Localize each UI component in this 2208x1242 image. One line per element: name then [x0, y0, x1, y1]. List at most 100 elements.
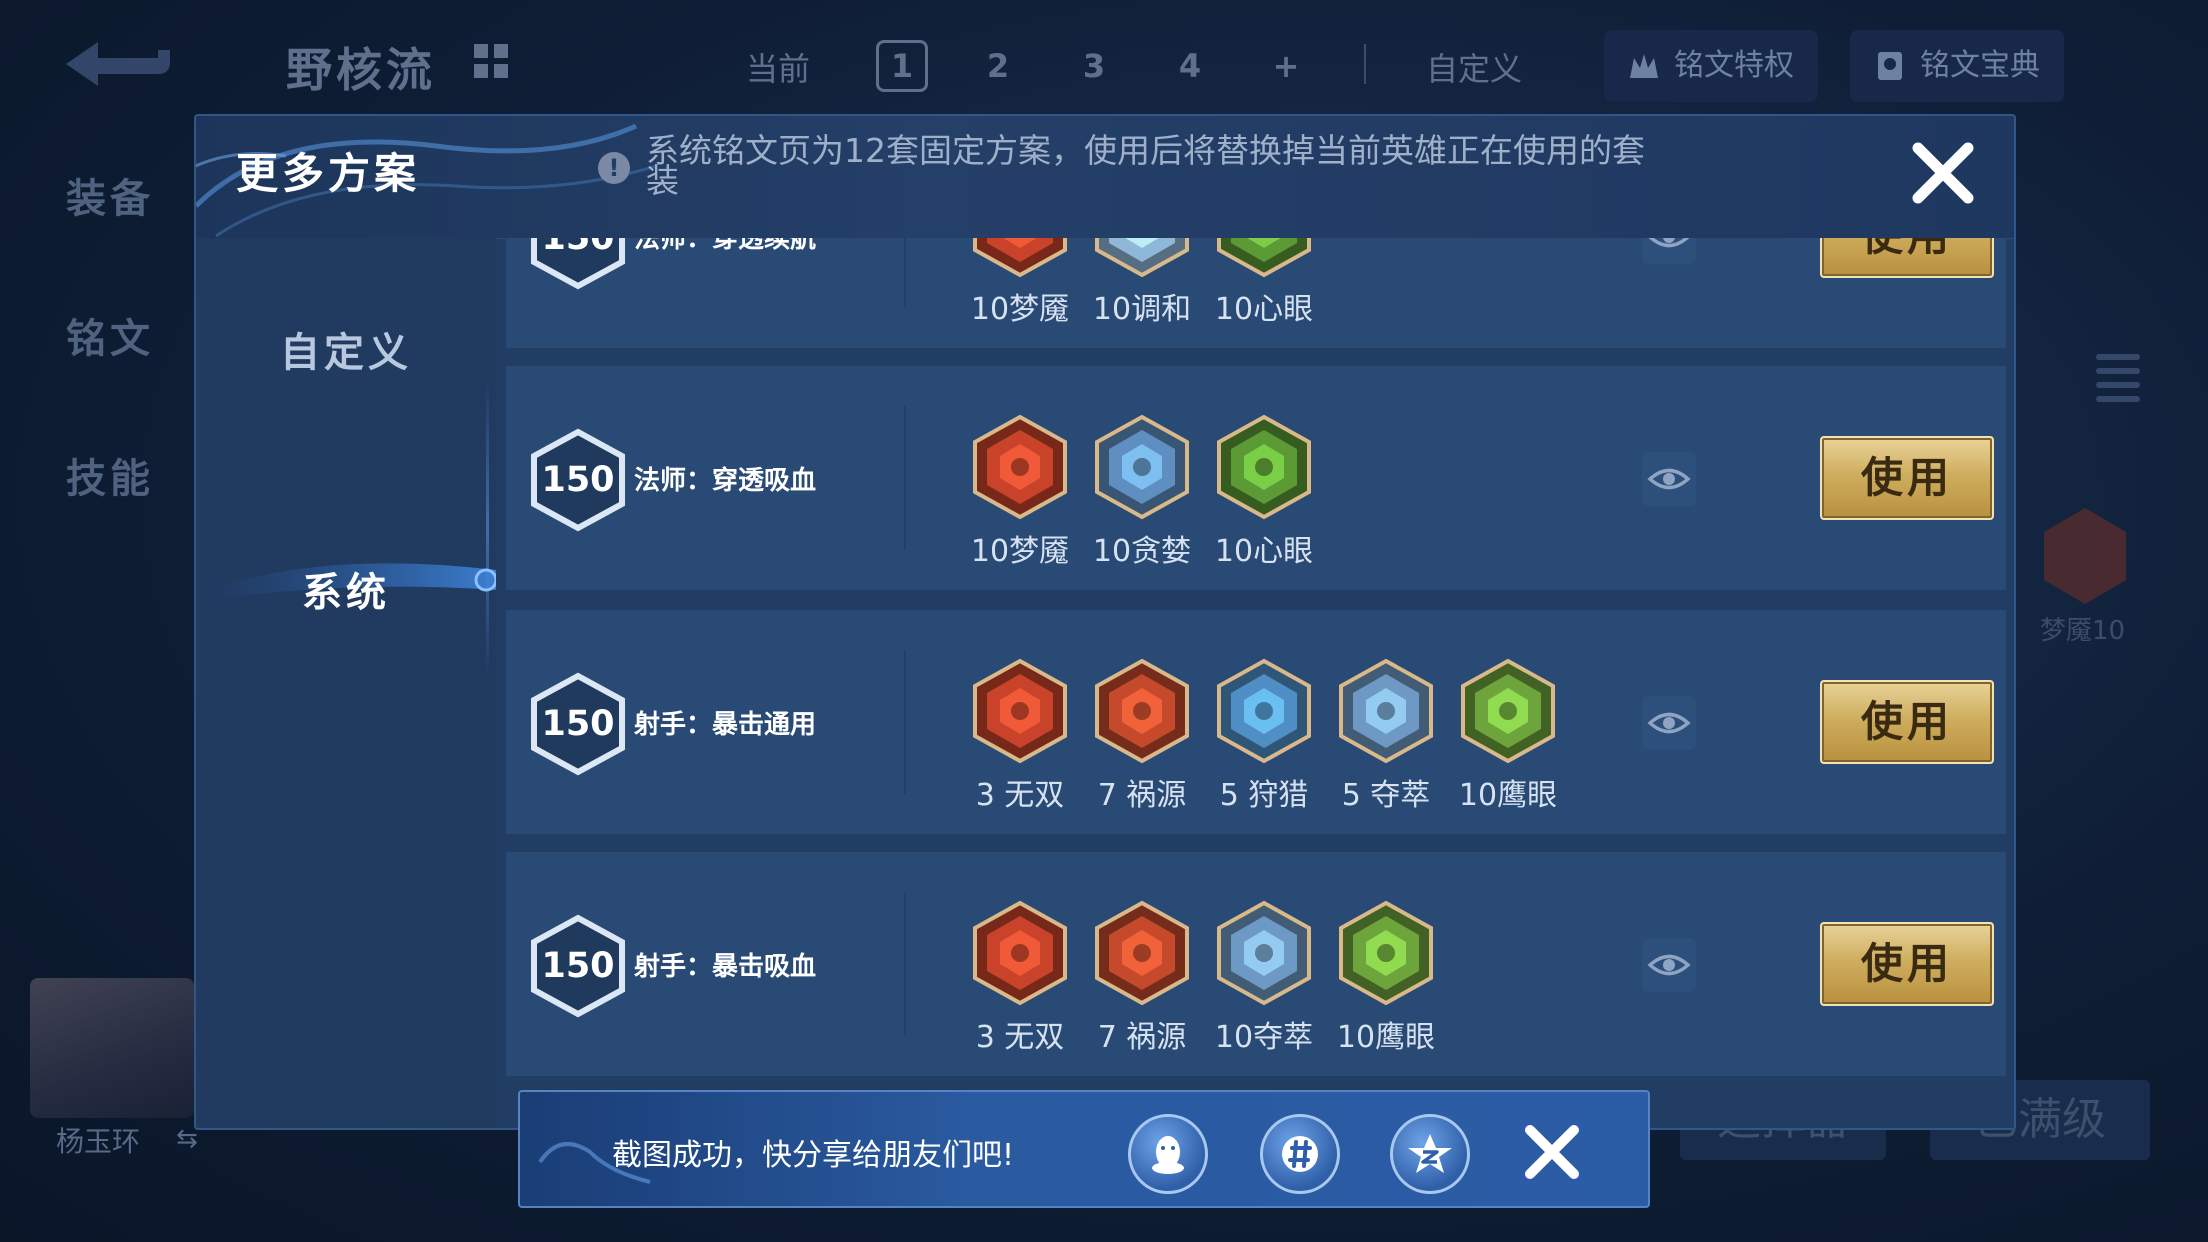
preview-button[interactable]: [1642, 238, 1696, 264]
plan-name: 法师：穿透吸血: [634, 466, 817, 496]
rune-label: 3 无双: [975, 778, 1065, 813]
qzone-share-button[interactable]: [1390, 1114, 1470, 1194]
rune-item: 5 夺萃: [1326, 658, 1446, 814]
divider: [904, 238, 906, 308]
rune-label: 10梦魇: [970, 534, 1070, 569]
plan-name: 射手：暴击吸血: [634, 952, 817, 982]
page-tab-2[interactable]: 2: [972, 40, 1024, 92]
plan-list: 150 法师：穿透续航 10梦魇 10调和 10心眼 150 法师：穿透吸血 1…: [506, 238, 2006, 1128]
eye-icon: [1647, 468, 1691, 490]
sidebar-item-system[interactable]: 系统: [196, 560, 496, 618]
rune-item: 5 狩猎: [1204, 658, 1324, 814]
eye-icon: [1647, 712, 1691, 734]
dream-rune-icon: [973, 414, 1067, 520]
add-page-button[interactable]: +: [1260, 40, 1312, 92]
plunder-rune-icon: [1217, 900, 1311, 1006]
rune-item: 10心眼: [1204, 414, 1324, 570]
close-icon[interactable]: [1906, 136, 1980, 210]
custom-button[interactable]: 自定义: [1426, 44, 1522, 90]
eye-icon: [1647, 954, 1691, 976]
rune-item: 10心眼: [1204, 238, 1324, 328]
rune-item: 7 祸源: [1082, 900, 1202, 1056]
preview-button[interactable]: [1642, 696, 1696, 750]
plan-card: 150 法师：穿透续航 10梦魇 10调和 10心眼: [506, 238, 2006, 348]
wechat-moments-share-button[interactable]: [1260, 1114, 1340, 1194]
side-tab-skills[interactable]: 技能: [66, 446, 154, 504]
side-rune-label: 梦魇10: [2040, 616, 2126, 646]
rune-item: 10贪婪: [1082, 414, 1202, 570]
divider: [904, 406, 906, 550]
dialog-header: 更多方案 ! 系统铭文页为12套固定方案，使用后将替换掉当前英雄正在使用的套装: [196, 116, 2014, 239]
grid-icon[interactable]: [474, 44, 510, 80]
rune-label: 10贪婪: [1092, 534, 1192, 569]
matchless-rune-icon: [973, 658, 1067, 764]
divider: [1364, 44, 1366, 84]
use-button[interactable]: 使用: [1820, 238, 1994, 278]
plan-name: 射手：暴击通用: [634, 710, 817, 740]
rune-label: 10心眼: [1214, 292, 1314, 327]
greed-rune-icon: [1095, 414, 1189, 520]
use-button[interactable]: 使用: [1820, 436, 1994, 520]
rune-label: 7 祸源: [1097, 1020, 1187, 1055]
page-tab-1[interactable]: 1: [876, 40, 928, 92]
preview-button[interactable]: [1642, 938, 1696, 992]
plan-name: 法师：穿透续航: [634, 238, 817, 254]
back-arrow-icon[interactable]: [58, 34, 178, 96]
hawkeye-rune-icon: [1339, 900, 1433, 1006]
dream-rune-icon: [2044, 508, 2126, 604]
top-bar: 野核流 当前 1 2 3 4 + 自定义 铭文特权 铭文宝典: [0, 0, 2208, 130]
rune-item: 10梦魇: [960, 238, 1080, 328]
rune-privilege-button[interactable]: 铭文特权: [1604, 30, 1818, 102]
rune-label: 10鹰眼: [1458, 778, 1558, 813]
book-icon: [1878, 52, 1902, 80]
close-icon[interactable]: [1520, 1120, 1584, 1184]
rune-codex-button[interactable]: 铭文宝典: [1850, 30, 2064, 102]
rune-item: 3 无双: [960, 900, 1080, 1056]
level-value: 150: [541, 460, 615, 500]
insight-rune-icon: [1217, 238, 1311, 278]
preview-button[interactable]: [1642, 452, 1696, 506]
info-icon: !: [598, 152, 630, 184]
harmony-rune-icon: [1095, 238, 1189, 278]
rune-item: 10鹰眼: [1326, 900, 1446, 1056]
matchless-rune-icon: [973, 900, 1067, 1006]
hero-portrait[interactable]: [30, 978, 194, 1118]
rune-label: 10夺萃: [1214, 1020, 1314, 1055]
rune-item: 10夺萃: [1204, 900, 1324, 1056]
hawkeye-rune-icon: [1461, 658, 1555, 764]
qq-share-button[interactable]: [1128, 1114, 1208, 1194]
crown-icon: [1630, 54, 1658, 78]
sidebar-item-custom[interactable]: 自定义: [196, 320, 496, 378]
page-title: 野核流: [286, 43, 436, 97]
rune-item: 7 祸源: [1082, 658, 1202, 814]
rune-item: 10梦魇: [960, 414, 1080, 570]
plan-card: 150 射手：暴击吸血 3 无双 7 祸源 10夺萃 10鹰眼 使用: [506, 852, 2006, 1076]
current-label: 当前: [746, 50, 811, 88]
qzone-icon: [1408, 1134, 1452, 1173]
rune-item: 10调和: [1082, 238, 1202, 328]
qq-icon: [1152, 1136, 1184, 1174]
rune-label: 10鹰眼: [1336, 1020, 1436, 1055]
toast-message: 截图成功，快分享给朋友们吧!: [612, 1138, 1015, 1173]
rune-label: 10调和: [1092, 292, 1192, 327]
share-toast: 截图成功，快分享给朋友们吧!: [518, 1090, 1650, 1208]
rune-label: 10梦魇: [970, 292, 1070, 327]
plunder-rune-icon: [1339, 658, 1433, 764]
page-tab-3[interactable]: 3: [1068, 40, 1120, 92]
rune-label: 7 祸源: [1097, 778, 1187, 813]
rune-label: 5 狩猎: [1219, 778, 1309, 813]
wechat-moments-icon: [1282, 1136, 1318, 1172]
hunt-rune-icon: [1217, 658, 1311, 764]
side-tab-runes[interactable]: 铭文: [66, 306, 154, 364]
rune-label: 3 无双: [975, 1020, 1065, 1055]
dialog-sidebar: 自定义 系统: [196, 238, 496, 1128]
page-tab-4[interactable]: 4: [1164, 40, 1216, 92]
more-plans-dialog: 更多方案 ! 系统铭文页为12套固定方案，使用后将替换掉当前英雄正在使用的套装 …: [194, 114, 2016, 1130]
level-value: 150: [541, 704, 615, 744]
use-button[interactable]: 使用: [1820, 922, 1994, 1006]
side-tab-equipment[interactable]: 装备: [66, 166, 154, 224]
list-icon[interactable]: [2096, 354, 2140, 414]
insight-rune-icon: [1217, 414, 1311, 520]
use-button[interactable]: 使用: [1820, 680, 1994, 764]
level-value: 150: [541, 238, 615, 258]
